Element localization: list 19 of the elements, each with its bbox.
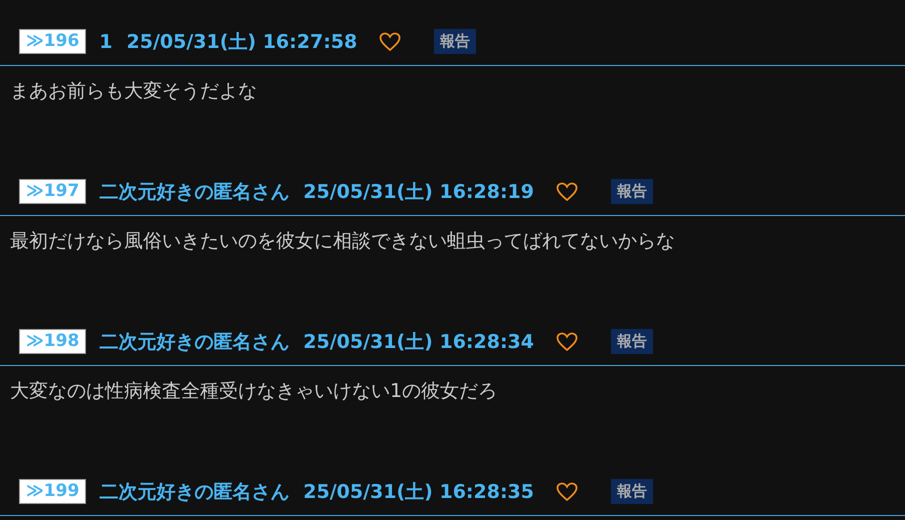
report-button[interactable]: 報告	[611, 479, 653, 504]
post-date: 25/05/31(土) 16:28:34	[303, 330, 534, 354]
poster-name: 二次元好きの匿名さん	[99, 180, 290, 204]
poster-name: 1	[99, 30, 113, 52]
heart-icon[interactable]	[556, 482, 578, 502]
heart-icon[interactable]	[556, 182, 578, 202]
post-body: 大変なのは性病検査全種受けなきゃいけない1の彼女だろ	[10, 379, 498, 404]
report-button[interactable]: 報告	[611, 179, 653, 204]
post-date: 25/05/31(土) 16:27:58	[126, 30, 358, 54]
post-date: 25/05/31(土) 16:28:19	[303, 180, 534, 204]
report-button[interactable]: 報告	[611, 329, 653, 354]
report-button[interactable]: 報告	[434, 29, 476, 54]
poster-name: 二次元好きの匿名さん	[99, 480, 290, 504]
heart-icon[interactable]	[556, 332, 578, 352]
poster-name: 二次元好きの匿名さん	[99, 330, 290, 354]
post-date: 25/05/31(土) 16:28:35	[303, 480, 534, 504]
post-body: 最初だけなら風俗いきたいのを彼女に相談できない蛆虫ってばれてないからな	[10, 229, 676, 254]
heart-icon[interactable]	[379, 32, 402, 52]
post-body: まあお前らも大変そうだよな	[10, 79, 258, 104]
